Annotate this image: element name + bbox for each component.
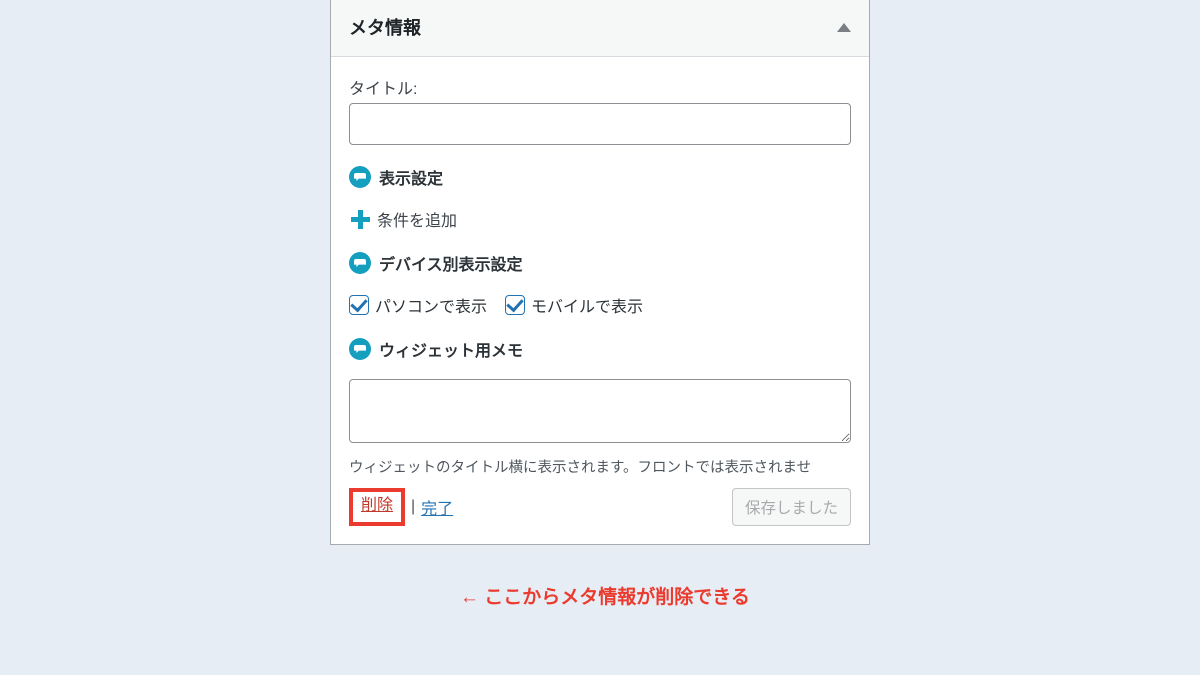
plus-icon (349, 208, 371, 230)
widget-header[interactable]: メタ情報 (331, 0, 869, 57)
checkbox-label: モバイルで表示 (531, 293, 643, 317)
collapse-icon (837, 23, 851, 32)
separator: | (411, 498, 415, 516)
delete-highlight-box: 削除 (349, 488, 405, 526)
memo-textarea[interactable] (349, 379, 851, 443)
section-label: ウィジェット用メモ (379, 337, 523, 361)
widget-body: タイトル: 表示設定 条件を追加 デバイス別表示設定 パソコンで表示 (331, 57, 869, 544)
widget-panel: メタ情報 タイトル: 表示設定 条件を追加 デバイス別表示設定 パソ (330, 0, 870, 545)
add-condition-button[interactable]: 条件を追加 (349, 207, 851, 231)
widget-footer: 削除 | 完了 保存しました (349, 488, 851, 532)
add-condition-label: 条件を追加 (377, 207, 457, 231)
helper-text: ウィジェットのタイトル横に表示されます。フロントでは表示されませ (349, 458, 851, 480)
title-input[interactable] (349, 103, 851, 145)
section-display-settings[interactable]: 表示設定 (349, 165, 851, 189)
section-label: デバイス別表示設定 (379, 251, 523, 275)
speech-bubble-icon (349, 166, 371, 188)
section-widget-memo[interactable]: ウィジェット用メモ (349, 337, 851, 361)
done-link[interactable]: 完了 (421, 495, 453, 519)
saved-button: 保存しました (732, 488, 851, 526)
speech-bubble-icon (349, 338, 371, 360)
checkbox-icon (349, 295, 369, 315)
checkbox-icon (505, 295, 525, 315)
delete-link[interactable]: 削除 (361, 497, 393, 514)
device-checkbox-row: パソコンで表示 モバイルで表示 (349, 293, 851, 317)
section-device-settings[interactable]: デバイス別表示設定 (349, 251, 851, 275)
checkbox-pc[interactable]: パソコンで表示 (349, 293, 487, 317)
annotation-text: ← ここからメタ情報が削除できる (460, 582, 750, 609)
title-label: タイトル: (349, 75, 851, 99)
section-label: 表示設定 (379, 165, 443, 189)
checkbox-label: パソコンで表示 (375, 293, 487, 317)
speech-bubble-icon (349, 252, 371, 274)
checkbox-mobile[interactable]: モバイルで表示 (505, 293, 643, 317)
widget-title: メタ情報 (349, 14, 421, 40)
